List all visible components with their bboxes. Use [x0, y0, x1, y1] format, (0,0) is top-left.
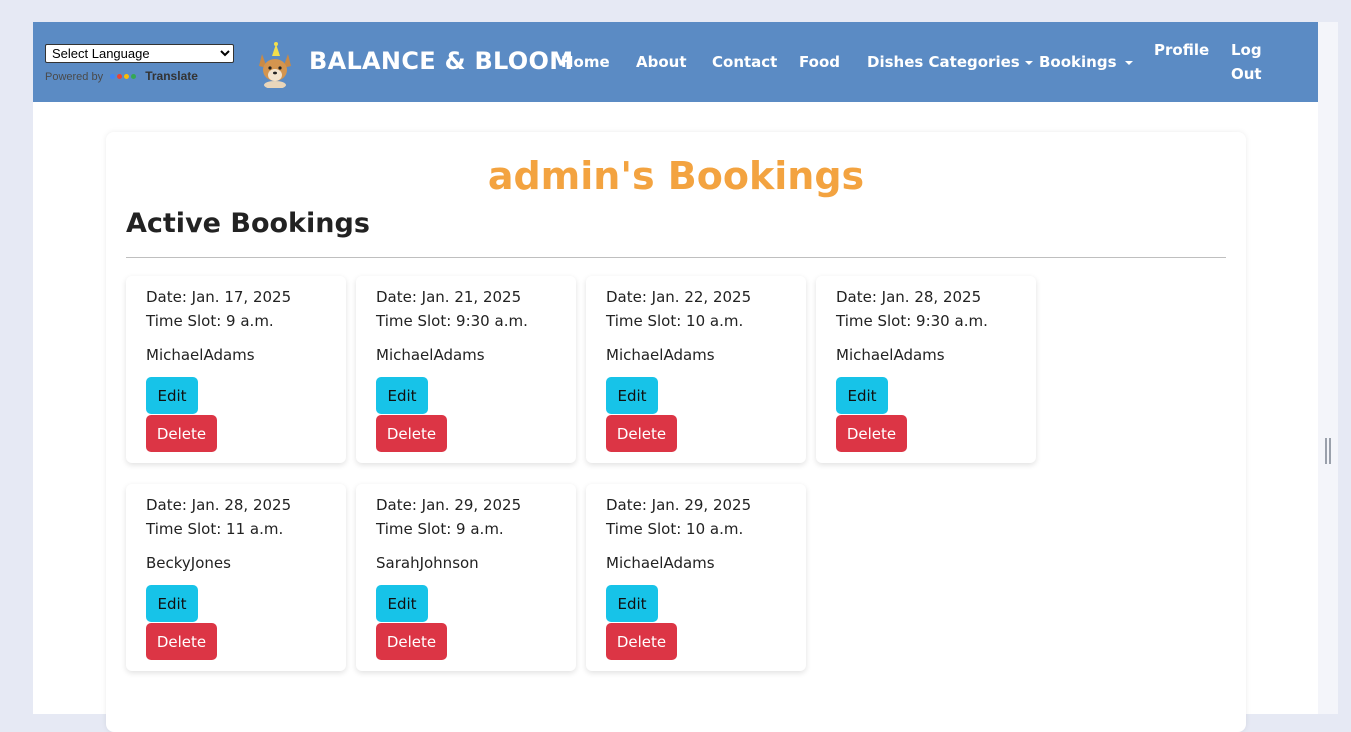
nav-dishes-categories[interactable]: Dishes Categories: [867, 53, 1033, 71]
bookings-panel: admin's Bookings Active Bookings Date: J…: [106, 132, 1246, 732]
nav-bookings[interactable]: Bookings: [1039, 53, 1133, 71]
nav-logout-line2: Out: [1231, 65, 1262, 83]
booking-date: Date: Jan. 28, 2025: [146, 496, 292, 514]
booking-time-slot: Time Slot: 11 a.m.: [146, 520, 284, 538]
delete-button[interactable]: Delete: [606, 623, 677, 660]
booking-time-slot: Time Slot: 9 a.m.: [146, 312, 274, 330]
booking-date: Date: Jan. 22, 2025: [606, 288, 752, 306]
nav-about[interactable]: About: [636, 53, 687, 71]
booking-card: Date: Jan. 22, 2025 Time Slot: 10 a.m. M…: [586, 276, 806, 463]
page-title: admin's Bookings: [487, 154, 865, 198]
booking-time-slot: Time Slot: 10 a.m.: [606, 312, 744, 330]
nav-dishes-categories-label: Dishes Categories: [867, 53, 1020, 71]
window-side-strip: [1318, 22, 1338, 714]
delete-button[interactable]: Delete: [376, 623, 447, 660]
translate-link[interactable]: Translate: [145, 69, 198, 83]
navbar: Select Language Powered by Translate BAL…: [33, 22, 1318, 102]
resize-handle[interactable]: [1325, 438, 1331, 464]
nav-profile[interactable]: Profile: [1154, 41, 1209, 59]
edit-button[interactable]: Edit: [606, 585, 658, 622]
booking-date: Date: Jan. 21, 2025: [376, 288, 522, 306]
delete-button[interactable]: Delete: [146, 623, 217, 660]
delete-button[interactable]: Delete: [836, 415, 907, 452]
booking-card: Date: Jan. 29, 2025 Time Slot: 9 a.m. Sa…: [356, 484, 576, 671]
booking-date: Date: Jan. 29, 2025: [376, 496, 522, 514]
edit-button[interactable]: Edit: [146, 377, 198, 414]
booking-time-slot: Time Slot: 9 a.m.: [376, 520, 504, 538]
booking-card: Date: Jan. 17, 2025 Time Slot: 9 a.m. Mi…: [126, 276, 346, 463]
booking-user: MichaelAdams: [606, 554, 715, 572]
booking-card: Date: Jan. 28, 2025 Time Slot: 9:30 a.m.…: [816, 276, 1036, 463]
caret-down-icon: [1124, 60, 1133, 65]
booking-card: Date: Jan. 29, 2025 Time Slot: 10 a.m. M…: [586, 484, 806, 671]
booking-user: MichaelAdams: [606, 346, 715, 364]
booking-date: Date: Jan. 17, 2025: [146, 288, 292, 306]
delete-button[interactable]: Delete: [376, 415, 447, 452]
booking-user: MichaelAdams: [836, 346, 945, 364]
nav-logout[interactable]: Log Out: [1231, 38, 1262, 86]
google-logo-icon: [108, 72, 140, 82]
page: Select Language Powered by Translate BAL…: [33, 22, 1318, 732]
booking-user: SarahJohnson: [376, 554, 479, 572]
edit-button[interactable]: Edit: [836, 377, 888, 414]
delete-button[interactable]: Delete: [606, 415, 677, 452]
booking-time-slot: Time Slot: 9:30 a.m.: [836, 312, 988, 330]
edit-button[interactable]: Edit: [146, 585, 198, 622]
powered-by-google: Powered by Translate: [45, 69, 198, 83]
corgi-logo-icon[interactable]: [255, 42, 295, 88]
edit-button[interactable]: Edit: [376, 377, 428, 414]
nav-food[interactable]: Food: [799, 53, 840, 71]
booking-time-slot: Time Slot: 9:30 a.m.: [376, 312, 528, 330]
brand-name[interactable]: BALANCE & BLOOM: [309, 47, 573, 75]
booking-time-slot: Time Slot: 10 a.m.: [606, 520, 744, 538]
booking-user: BeckyJones: [146, 554, 231, 572]
booking-user: MichaelAdams: [376, 346, 485, 364]
nav-logout-line1: Log: [1231, 41, 1262, 59]
divider: [126, 257, 1226, 258]
booking-card: Date: Jan. 21, 2025 Time Slot: 9:30 a.m.…: [356, 276, 576, 463]
caret-down-icon: [1024, 60, 1033, 65]
booking-card: Date: Jan. 28, 2025 Time Slot: 11 a.m. B…: [126, 484, 346, 671]
nav-contact[interactable]: Contact: [712, 53, 777, 71]
powered-by-label: Powered by: [45, 71, 104, 83]
booking-date: Date: Jan. 29, 2025: [606, 496, 752, 514]
edit-button[interactable]: Edit: [606, 377, 658, 414]
booking-date: Date: Jan. 28, 2025: [836, 288, 982, 306]
booking-user: MichaelAdams: [146, 346, 255, 364]
nav-home[interactable]: Home: [561, 53, 610, 71]
delete-button[interactable]: Delete: [146, 415, 217, 452]
language-select[interactable]: Select Language: [45, 44, 234, 63]
section-title: Active Bookings: [126, 208, 370, 239]
edit-button[interactable]: Edit: [376, 585, 428, 622]
nav-bookings-label: Bookings: [1039, 53, 1117, 71]
